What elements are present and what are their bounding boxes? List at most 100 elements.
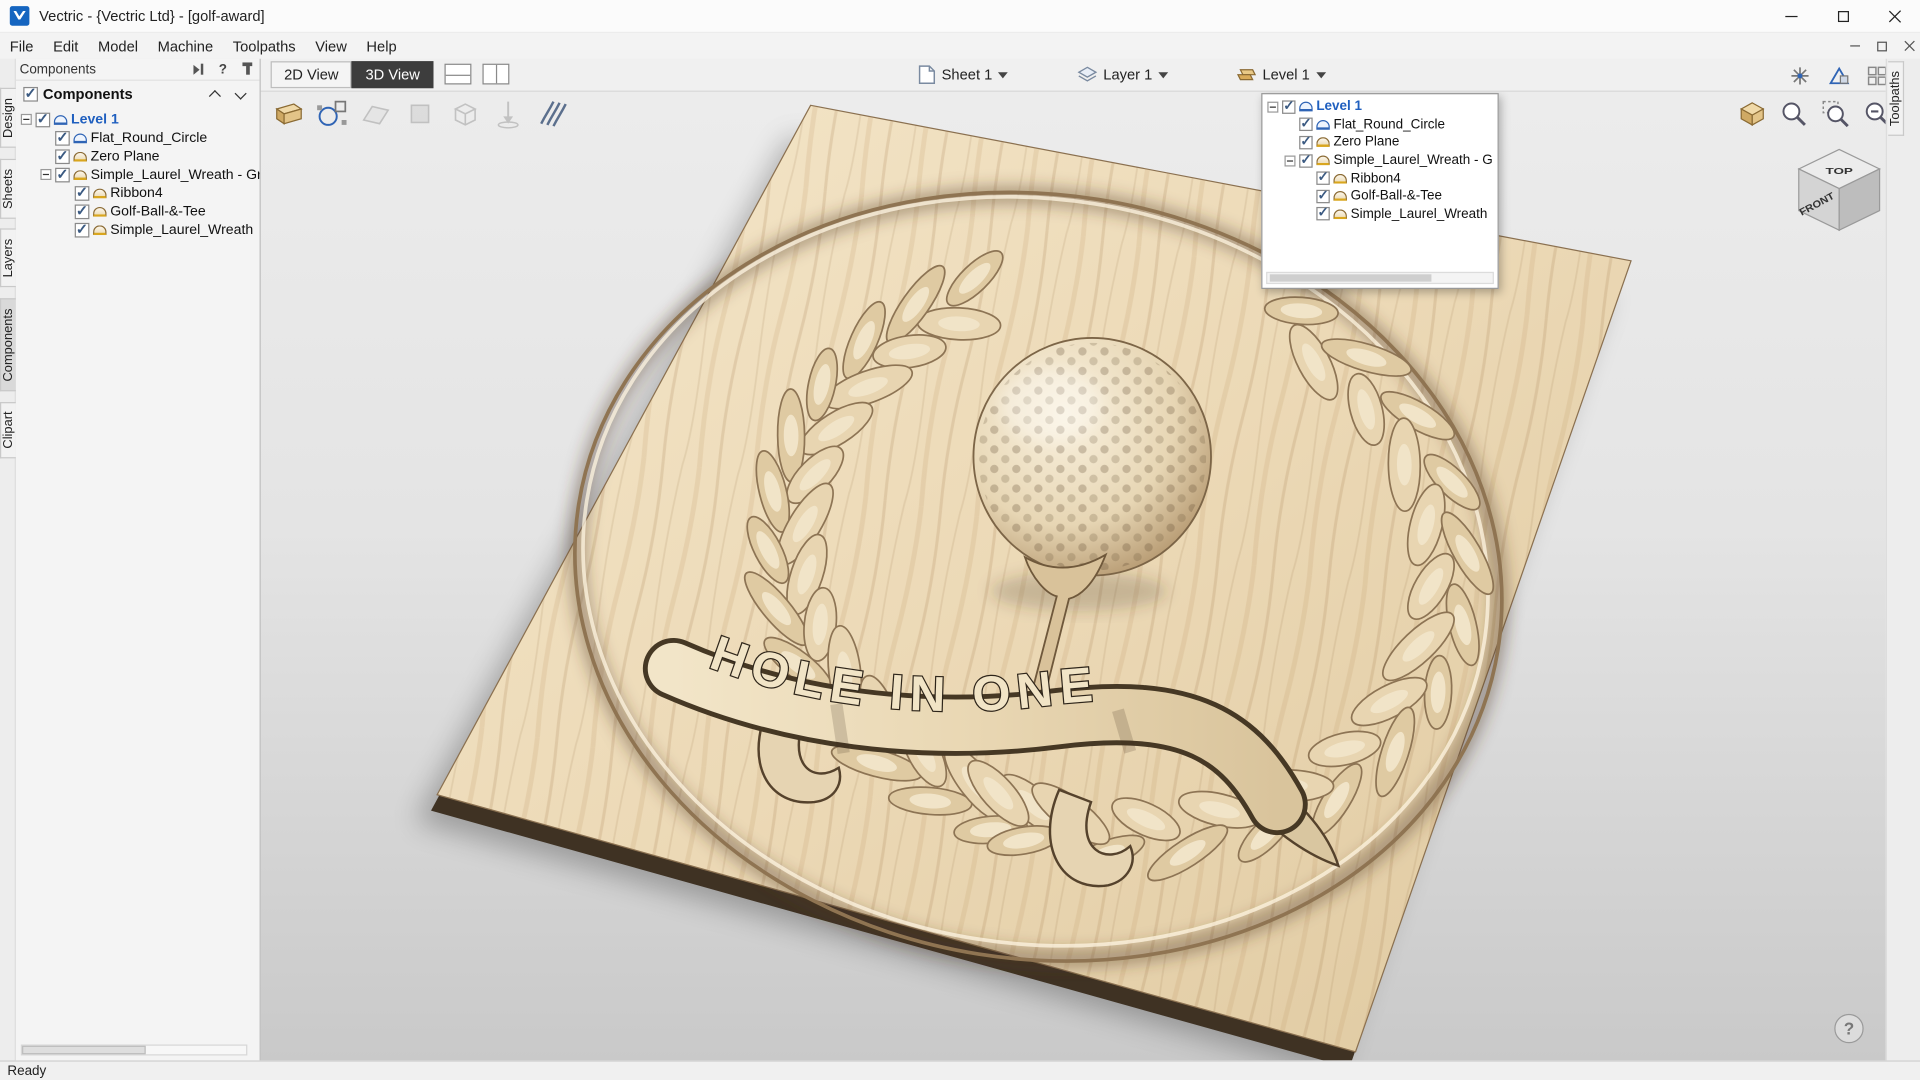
menu-file[interactable]: File	[0, 35, 43, 57]
tree-row-wreath-group[interactable]: Simple_Laurel_Wreath - Gro	[16, 165, 260, 183]
guides-toggle-button[interactable]	[1824, 62, 1853, 89]
doc-minimize-icon[interactable]	[1850, 45, 1860, 46]
menu-toolpaths[interactable]: Toolpaths	[223, 35, 306, 57]
tab-design[interactable]: Design	[0, 88, 15, 148]
menu-help[interactable]: Help	[357, 35, 407, 57]
level-selector[interactable]: Level 1	[1237, 62, 1326, 86]
visibility-checkbox[interactable]	[1299, 118, 1312, 131]
tree-row-golf-ball-tee[interactable]: Golf-Ball-&-Tee	[16, 202, 260, 220]
tab-clipart[interactable]: Clipart	[0, 402, 15, 459]
tree-row-wreath-group[interactable]: Simple_Laurel_Wreath - G	[1265, 152, 1495, 170]
root-visibility-checkbox[interactable]	[23, 87, 38, 102]
group-icon	[73, 170, 86, 180]
close-button[interactable]	[1869, 0, 1920, 32]
zoom-in-button[interactable]	[1777, 97, 1811, 131]
view-cube[interactable]: TOP FRONT	[1790, 142, 1886, 240]
pin-icon[interactable]	[246, 64, 250, 75]
move-up-icon[interactable]	[208, 88, 221, 101]
help-button[interactable]: ?	[1834, 1014, 1863, 1043]
collapse-icon[interactable]	[1267, 101, 1278, 112]
components-root-label: Components	[43, 86, 133, 103]
scrollbar-thumb[interactable]	[22, 1046, 145, 1055]
shaded-view-button[interactable]	[1735, 97, 1769, 131]
visibility-checkbox[interactable]	[55, 130, 70, 145]
tab-components[interactable]: Components	[0, 299, 15, 392]
viewcube-top-label: TOP	[1825, 167, 1853, 176]
visibility-checkbox[interactable]	[1282, 100, 1295, 113]
snap-icon	[1789, 65, 1811, 87]
tree-item-label: Simple_Laurel_Wreath - Gro	[91, 167, 260, 182]
split-vertical-icon[interactable]	[482, 64, 509, 85]
visibility-checkbox[interactable]	[1316, 207, 1329, 220]
tab-layers[interactable]: Layers	[0, 229, 15, 287]
tree-row-ribbon4[interactable]: Ribbon4	[1265, 169, 1495, 187]
collapse-icon[interactable]	[21, 114, 32, 125]
tree-row-level1[interactable]: Level 1	[1265, 98, 1495, 116]
dropdown-caret-icon	[1316, 72, 1326, 78]
components-root-row[interactable]: Components	[16, 81, 260, 108]
visibility-checkbox[interactable]	[1316, 190, 1329, 203]
tree-item-label: Level 1	[1316, 100, 1362, 115]
maximize-button[interactable]	[1817, 0, 1868, 32]
menu-edit[interactable]: Edit	[43, 35, 88, 57]
ball-highlight	[999, 369, 1102, 442]
popup-horizontal-scrollbar[interactable]	[1266, 272, 1494, 284]
menu-view[interactable]: View	[305, 35, 356, 57]
tree-row-flat-round-circle[interactable]: Flat_Round_Circle	[1265, 116, 1495, 134]
visibility-checkbox[interactable]	[55, 149, 70, 164]
close-icon	[1888, 9, 1901, 22]
tree-row-zero-plane[interactable]: Zero Plane	[16, 147, 260, 165]
tab-3d-view[interactable]: 3D View	[352, 61, 433, 88]
tree-row-level1[interactable]: Level 1	[16, 110, 260, 128]
collapse-icon[interactable]	[40, 169, 51, 180]
split-horizontal-icon[interactable]	[444, 64, 471, 85]
layer-selector[interactable]: Layer 1	[1078, 62, 1169, 86]
level-icon	[54, 114, 67, 124]
component-icon	[1333, 209, 1346, 219]
tree-row-ribbon4[interactable]: Ribbon4	[16, 184, 260, 202]
visibility-checkbox[interactable]	[1299, 136, 1312, 149]
tree-row-simple-laurel-wreath[interactable]: Simple_Laurel_Wreath	[1265, 205, 1495, 223]
tree-row-zero-plane[interactable]: Zero Plane	[1265, 134, 1495, 152]
collapse-icon[interactable]	[1284, 155, 1295, 166]
3d-viewport[interactable]: HOLE IN ONE	[261, 91, 1886, 1061]
tab-2d-view[interactable]: 2D View	[271, 61, 352, 88]
tree-row-simple-laurel-wreath[interactable]: Simple_Laurel_Wreath	[16, 220, 260, 238]
select-component-button[interactable]	[315, 97, 349, 131]
menu-machine[interactable]: Machine	[148, 35, 223, 57]
tree-row-golf-ball-tee[interactable]: Golf-Ball-&-Tee	[1265, 187, 1495, 205]
visibility-checkbox[interactable]	[1316, 172, 1329, 185]
scrollbar-thumb[interactable]	[1270, 274, 1432, 281]
component-icon	[73, 133, 86, 143]
visibility-checkbox[interactable]	[75, 204, 90, 219]
tab-sheets[interactable]: Sheets	[0, 159, 15, 219]
minimize-button[interactable]	[1766, 0, 1817, 32]
sheet-selector[interactable]: Sheet 1	[918, 62, 1008, 86]
panel-title: Components	[20, 62, 96, 77]
tree-item-label: Golf-Ball-&-Tee	[110, 204, 205, 219]
visibility-checkbox[interactable]	[75, 186, 90, 201]
panel-help-icon[interactable]	[214, 61, 231, 77]
texture-button[interactable]	[535, 97, 569, 131]
visibility-checkbox[interactable]	[55, 167, 70, 182]
tab-toolpaths[interactable]: Toolpaths	[1888, 61, 1904, 136]
component-icon	[93, 188, 106, 198]
move-down-icon[interactable]	[234, 88, 247, 101]
material-block-button[interactable]	[271, 97, 305, 131]
zoom-out-icon	[1862, 99, 1885, 128]
zoom-out-button[interactable]	[1860, 97, 1886, 131]
menu-model[interactable]: Model	[88, 35, 148, 57]
dropdown-caret-icon	[1158, 72, 1168, 78]
component-icon	[93, 206, 106, 216]
doc-close-icon[interactable]	[1904, 40, 1915, 51]
zoom-icon	[1779, 99, 1808, 128]
zoom-window-button[interactable]	[1818, 97, 1852, 131]
visibility-checkbox[interactable]	[36, 112, 51, 127]
panel-horizontal-scrollbar[interactable]	[21, 1044, 248, 1055]
tree-row-flat-round-circle[interactable]: Flat_Round_Circle	[16, 129, 260, 147]
snap-toggle-button[interactable]	[1785, 62, 1814, 89]
doc-restore-icon[interactable]	[1877, 41, 1887, 51]
visibility-checkbox[interactable]	[1299, 154, 1312, 167]
visibility-checkbox[interactable]	[75, 222, 90, 237]
autohide-icon[interactable]	[190, 61, 207, 77]
